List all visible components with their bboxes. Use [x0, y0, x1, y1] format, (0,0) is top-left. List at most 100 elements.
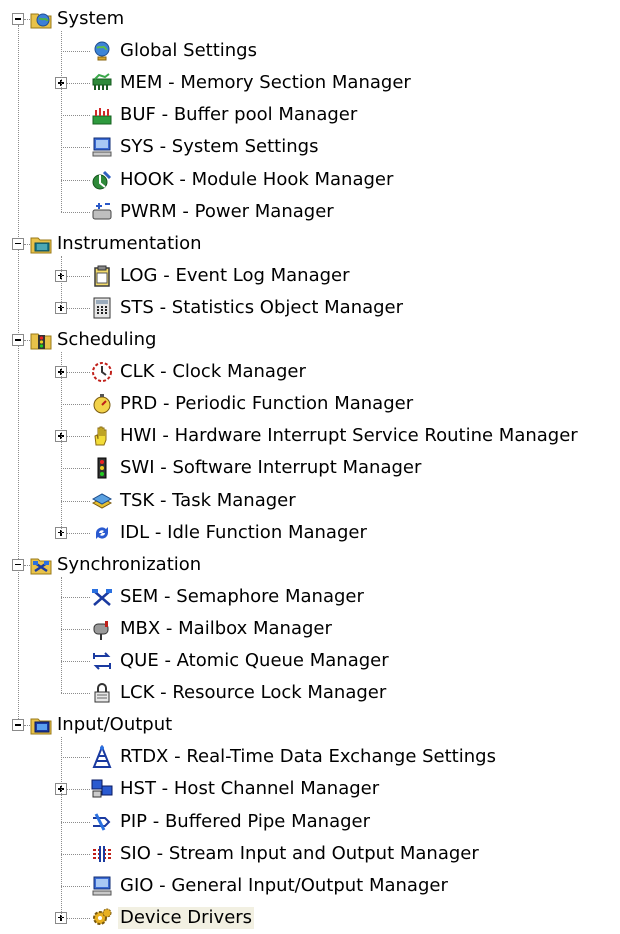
tree-node-idl[interactable]: IDL - Idle Function Manager	[0, 517, 620, 549]
tree-node-hook[interactable]: HOOK - Module Hook Manager	[0, 164, 620, 196]
buffer-pool-icon	[90, 103, 114, 127]
tree-node-scheduling[interactable]: Scheduling	[0, 324, 620, 356]
refresh-arrows-icon	[90, 521, 114, 545]
tree-node-gio[interactable]: GIO - General Input/Output Manager	[0, 870, 620, 902]
tree-node-label: STS - Statistics Object Manager	[120, 296, 404, 318]
tree-node-label: Synchronization	[57, 553, 202, 575]
clock-icon	[90, 360, 114, 384]
traffic-light-icon	[90, 456, 114, 480]
tree-connector-horizontal	[61, 757, 90, 759]
tree-node-pwrm[interactable]: PWRM - Power Manager	[0, 196, 620, 228]
tree-connector-horizontal	[61, 628, 90, 630]
tree-connector-horizontal	[61, 885, 90, 887]
tree-node-lck[interactable]: LCK - Resource Lock Manager	[0, 677, 620, 709]
stopwatch-icon	[90, 392, 114, 416]
traffic-light-folder-icon	[29, 328, 53, 352]
tree-node-hst[interactable]: HST - Host Channel Manager	[0, 773, 620, 805]
tree-node-sem[interactable]: SEM - Semaphore Manager	[0, 581, 620, 613]
tree-node-label: TSK - Task Manager	[120, 489, 296, 511]
tree-node-label: SIO - Stream Input and Output Manager	[120, 842, 479, 864]
collapse-toggle[interactable]	[12, 719, 24, 732]
computer-icon	[90, 874, 114, 898]
tree-node-label: CLK - Clock Manager	[120, 361, 306, 383]
monitor-folder-icon	[29, 713, 53, 737]
collapse-toggle[interactable]	[12, 13, 24, 25]
tree-node-label: Input/Output	[57, 714, 173, 736]
tree-node-buf[interactable]: BUF - Buffer pool Manager	[0, 99, 620, 131]
tree-node-label: SYS - System Settings	[120, 136, 319, 158]
tree-node-prd[interactable]: PRD - Periodic Function Manager	[0, 388, 620, 420]
power-icon	[90, 200, 114, 224]
hand-icon	[90, 424, 114, 448]
tree-node-tsk[interactable]: TSK - Task Manager	[0, 485, 620, 517]
tree-node-sio[interactable]: SIO - Stream Input and Output Manager	[0, 838, 620, 870]
tree-node-label: HOOK - Module Hook Manager	[120, 168, 394, 190]
tree-node-label: PRD - Periodic Function Manager	[120, 393, 414, 415]
folder-globe-icon	[29, 7, 53, 31]
tree-connector-horizontal	[61, 596, 90, 598]
tree-connector-horizontal	[61, 468, 90, 470]
tree-node-pip[interactable]: PIP - Buffered Pipe Manager	[0, 806, 620, 838]
tree-node-clk[interactable]: CLK - Clock Manager	[0, 356, 620, 388]
tree-connector-vertical	[61, 737, 62, 918]
semaphore-flags-icon	[90, 585, 114, 609]
tree-node-hwi[interactable]: HWI - Hardware Interrupt Service Routine…	[0, 420, 620, 452]
tree-node-system[interactable]: System	[0, 3, 620, 35]
tree-node-sts[interactable]: STS - Statistics Object Manager	[0, 292, 620, 324]
collapse-toggle[interactable]	[12, 334, 24, 346]
tree-connector-vertical	[61, 31, 62, 212]
memory-icon	[90, 71, 114, 95]
hook-icon	[90, 168, 114, 192]
tree-node-label: SEM - Semaphore Manager	[120, 585, 364, 607]
collapse-toggle[interactable]	[12, 237, 24, 250]
tree-node-log[interactable]: LOG - Event Log Manager	[0, 260, 620, 292]
tree-node-instrumentation[interactable]: Instrumentation	[0, 228, 620, 260]
tree-node-label: HWI - Hardware Interrupt Service Routine…	[120, 425, 578, 447]
tree-node-label: SWI - Software Interrupt Manager	[120, 457, 422, 479]
tree-node-input-output[interactable]: Input/Output	[0, 709, 620, 741]
collapse-toggle[interactable]	[12, 558, 24, 571]
tree-connector-horizontal	[61, 179, 90, 181]
tree-node-label: LCK - Resource Lock Manager	[120, 682, 387, 704]
tree-node-global[interactable]: Global Settings	[0, 35, 620, 67]
mailbox-icon	[90, 617, 114, 641]
tree-connector-horizontal	[61, 853, 90, 855]
tree-connector-horizontal	[61, 821, 90, 823]
semaphore-folder-icon	[29, 553, 53, 577]
host-channel-icon	[90, 777, 114, 801]
tree-connector-horizontal	[61, 115, 90, 117]
tree-node-device[interactable]: Device Drivers	[0, 902, 620, 934]
books-icon	[90, 489, 114, 513]
tree-node-label: PWRM - Power Manager	[120, 200, 334, 222]
tree-node-label: IDL - Idle Function Manager	[120, 521, 367, 543]
configuration-tree: System Global Settings MEM - Memory Sectio…	[0, 0, 620, 932]
gear-icon	[90, 906, 114, 930]
tree-node-label: BUF - Buffer pool Manager	[120, 104, 358, 126]
tree-node-rtdx[interactable]: RTDX - Real-Time Data Exchange Settings	[0, 741, 620, 773]
tree-connector-horizontal	[61, 147, 90, 149]
tree-node-label: QUE - Atomic Queue Manager	[120, 650, 389, 671]
globe-settings-icon	[90, 39, 114, 63]
tree-node-sys[interactable]: SYS - System Settings	[0, 131, 620, 163]
tree-node-label: GIO - General Input/Output Manager	[120, 874, 448, 896]
tree-node-label: System	[57, 8, 125, 29]
tree-node-label: PIP - Buffered Pipe Manager	[120, 810, 370, 832]
tree-connector-vertical	[61, 352, 62, 533]
tree-node-label: LOG - Event Log Manager	[120, 264, 350, 286]
calculator-icon	[90, 296, 114, 320]
antenna-icon	[90, 745, 114, 769]
tree-node-label: Scheduling	[57, 329, 157, 350]
tree-connector-horizontal	[61, 500, 90, 502]
tree-node-mem[interactable]: MEM - Memory Section Manager	[0, 67, 620, 99]
tree-node-que[interactable]: QUE - Atomic Queue Manager	[0, 645, 620, 677]
pipe-icon	[90, 810, 114, 834]
tree-node-swi[interactable]: SWI - Software Interrupt Manager	[0, 452, 620, 484]
tree-node-label: RTDX - Real-Time Data Exchange Settings	[120, 746, 496, 768]
tree-connector-horizontal	[61, 51, 90, 53]
clipboard-icon	[90, 264, 114, 288]
tree-node-synchronization[interactable]: Synchronization	[0, 549, 620, 581]
tree-connector-horizontal	[61, 211, 90, 213]
tree-node-label: Global Settings	[120, 40, 257, 62]
queue-arrows-icon	[90, 649, 114, 673]
tree-node-mbx[interactable]: MBX - Mailbox Manager	[0, 613, 620, 645]
